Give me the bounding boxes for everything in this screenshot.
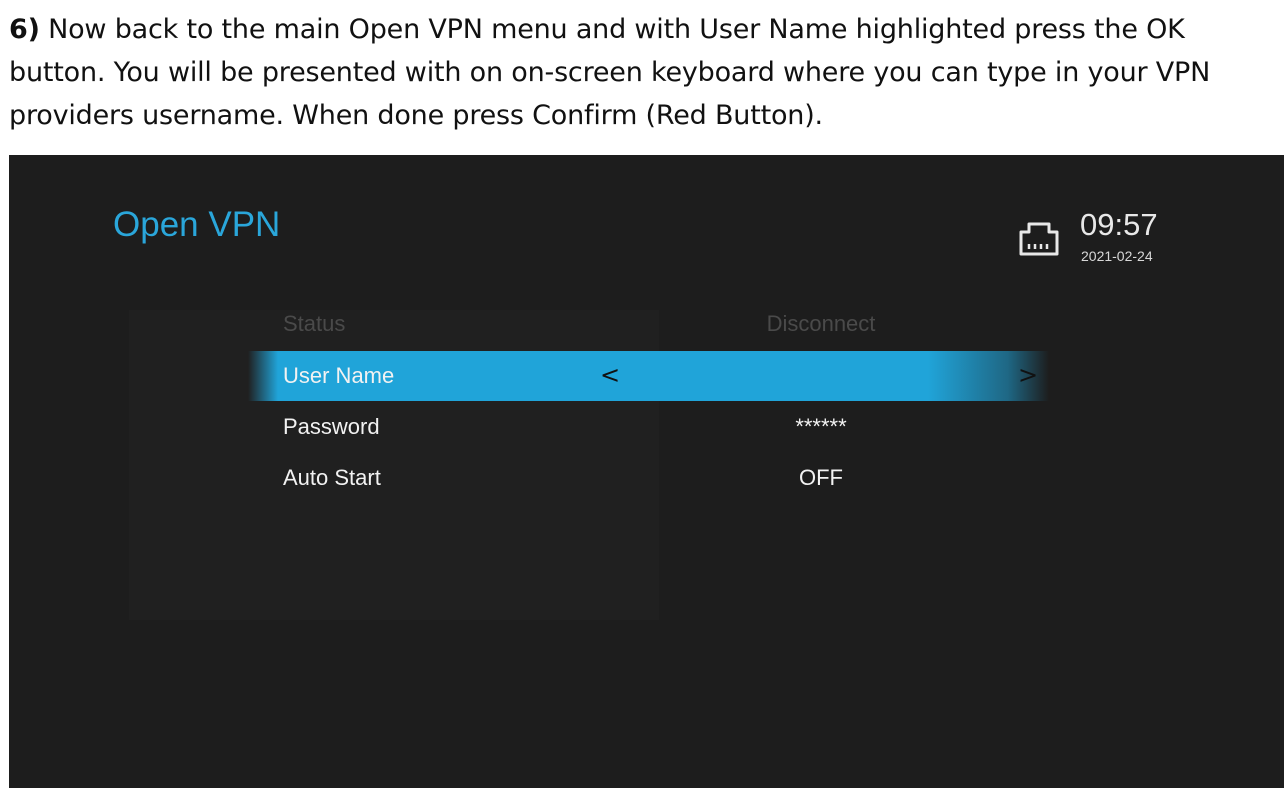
page-title: Open VPN	[113, 205, 281, 244]
clock-date: 2021-02-24	[1081, 248, 1153, 264]
menu-row-auto-start[interactable]: Auto Start OFF	[248, 453, 1049, 503]
step-number: 6)	[9, 14, 40, 45]
instruction-text: Now back to the main Open VPN menu and w…	[9, 14, 1211, 131]
password-value: ******	[795, 414, 847, 439]
chevron-right-icon[interactable]: >	[1018, 361, 1038, 389]
tv-screenshot: Open VPN 09:57 2021-02-24 Status Disconn…	[9, 155, 1284, 788]
status-value: Disconnect	[766, 311, 876, 336]
user-name-label: User Name	[283, 363, 395, 388]
auto-start-label: Auto Start	[283, 465, 381, 490]
auto-start-value: OFF	[799, 465, 843, 490]
clock-time: 09:57	[1080, 207, 1158, 242]
network-ethernet-icon	[1019, 222, 1059, 256]
instruction-paragraph: 6) Now back to the main Open VPN menu an…	[9, 8, 1279, 137]
chevron-left-icon[interactable]: <	[600, 361, 620, 389]
status-label: Status	[283, 311, 346, 336]
tutorial-page: 6) Now back to the main Open VPN menu an…	[0, 0, 1284, 788]
menu-row-password[interactable]: Password ******	[248, 402, 1049, 452]
menu-row-status: Status Disconnect	[248, 299, 1049, 349]
password-label: Password	[283, 414, 380, 439]
menu-row-user-name[interactable]: User Name < >	[248, 351, 1049, 401]
